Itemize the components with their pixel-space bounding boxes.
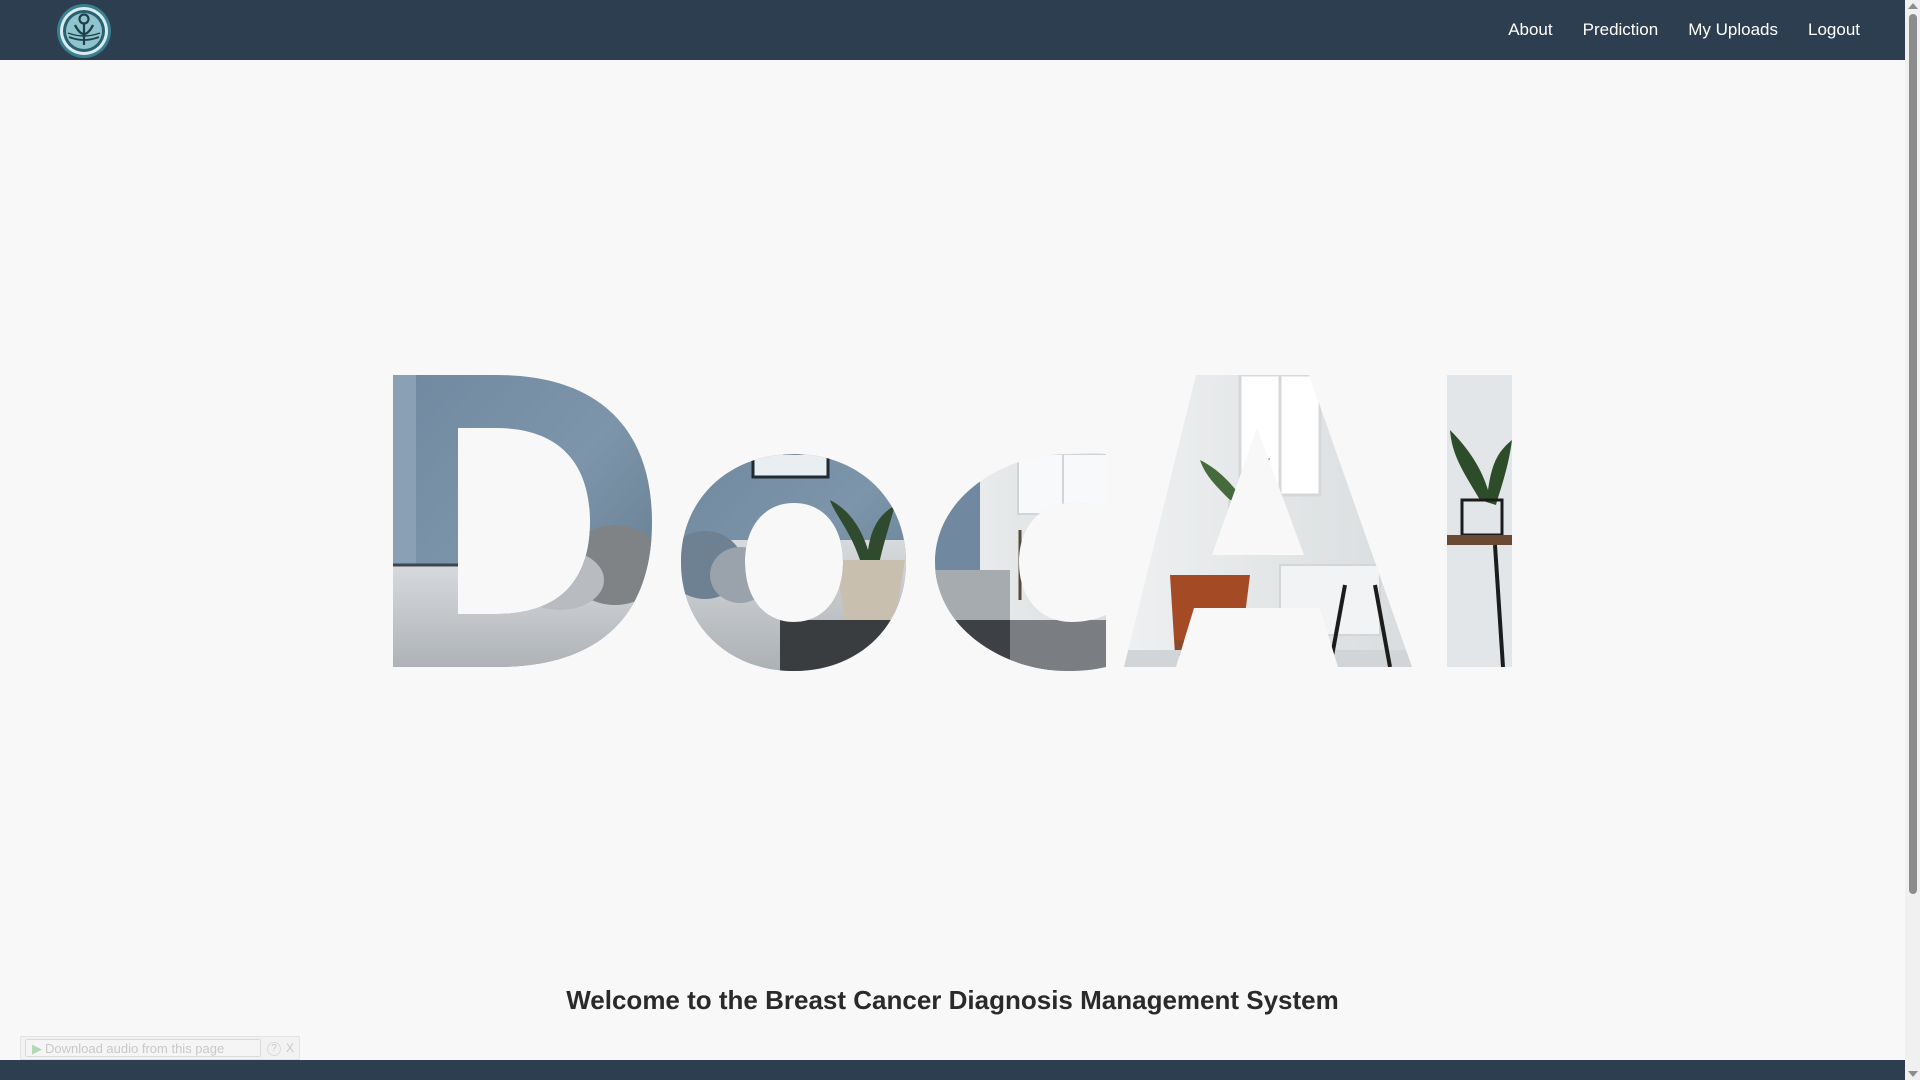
help-icon[interactable]: ? — [267, 1042, 281, 1056]
close-icon[interactable]: X — [283, 1040, 297, 1056]
top-navbar: About Prediction My Uploads Logout — [0, 0, 1905, 60]
nav-menu: About Prediction My Uploads Logout — [1478, 0, 1860, 60]
nav-logout-link[interactable]: Logout — [1808, 20, 1860, 40]
scroll-down-arrow-icon[interactable] — [1908, 1071, 1918, 1077]
brand-logo-icon[interactable] — [56, 3, 112, 59]
download-audio-button[interactable]: ▶ Download audio from this page — [25, 1039, 261, 1057]
audio-download-toolbar: ▶ Download audio from this page ? X — [20, 1036, 300, 1060]
welcome-heading: Welcome to the Breast Cancer Diagnosis M… — [566, 985, 1339, 1015]
scroll-up-arrow-icon[interactable] — [1908, 3, 1918, 9]
vertical-scrollbar[interactable] — [1905, 0, 1920, 1080]
hero-wordmark-image — [393, 375, 1512, 671]
nav-my-uploads-link[interactable]: My Uploads — [1688, 20, 1778, 40]
nav-about-link[interactable]: About — [1508, 20, 1552, 40]
footer-bar — [0, 1060, 1905, 1080]
play-icon: ▶ — [32, 1041, 42, 1056]
download-audio-label: Download audio from this page — [45, 1041, 225, 1056]
nav-prediction-link[interactable]: Prediction — [1583, 20, 1659, 40]
hero-section — [0, 60, 1905, 1060]
scrollbar-thumb[interactable] — [1909, 14, 1917, 894]
